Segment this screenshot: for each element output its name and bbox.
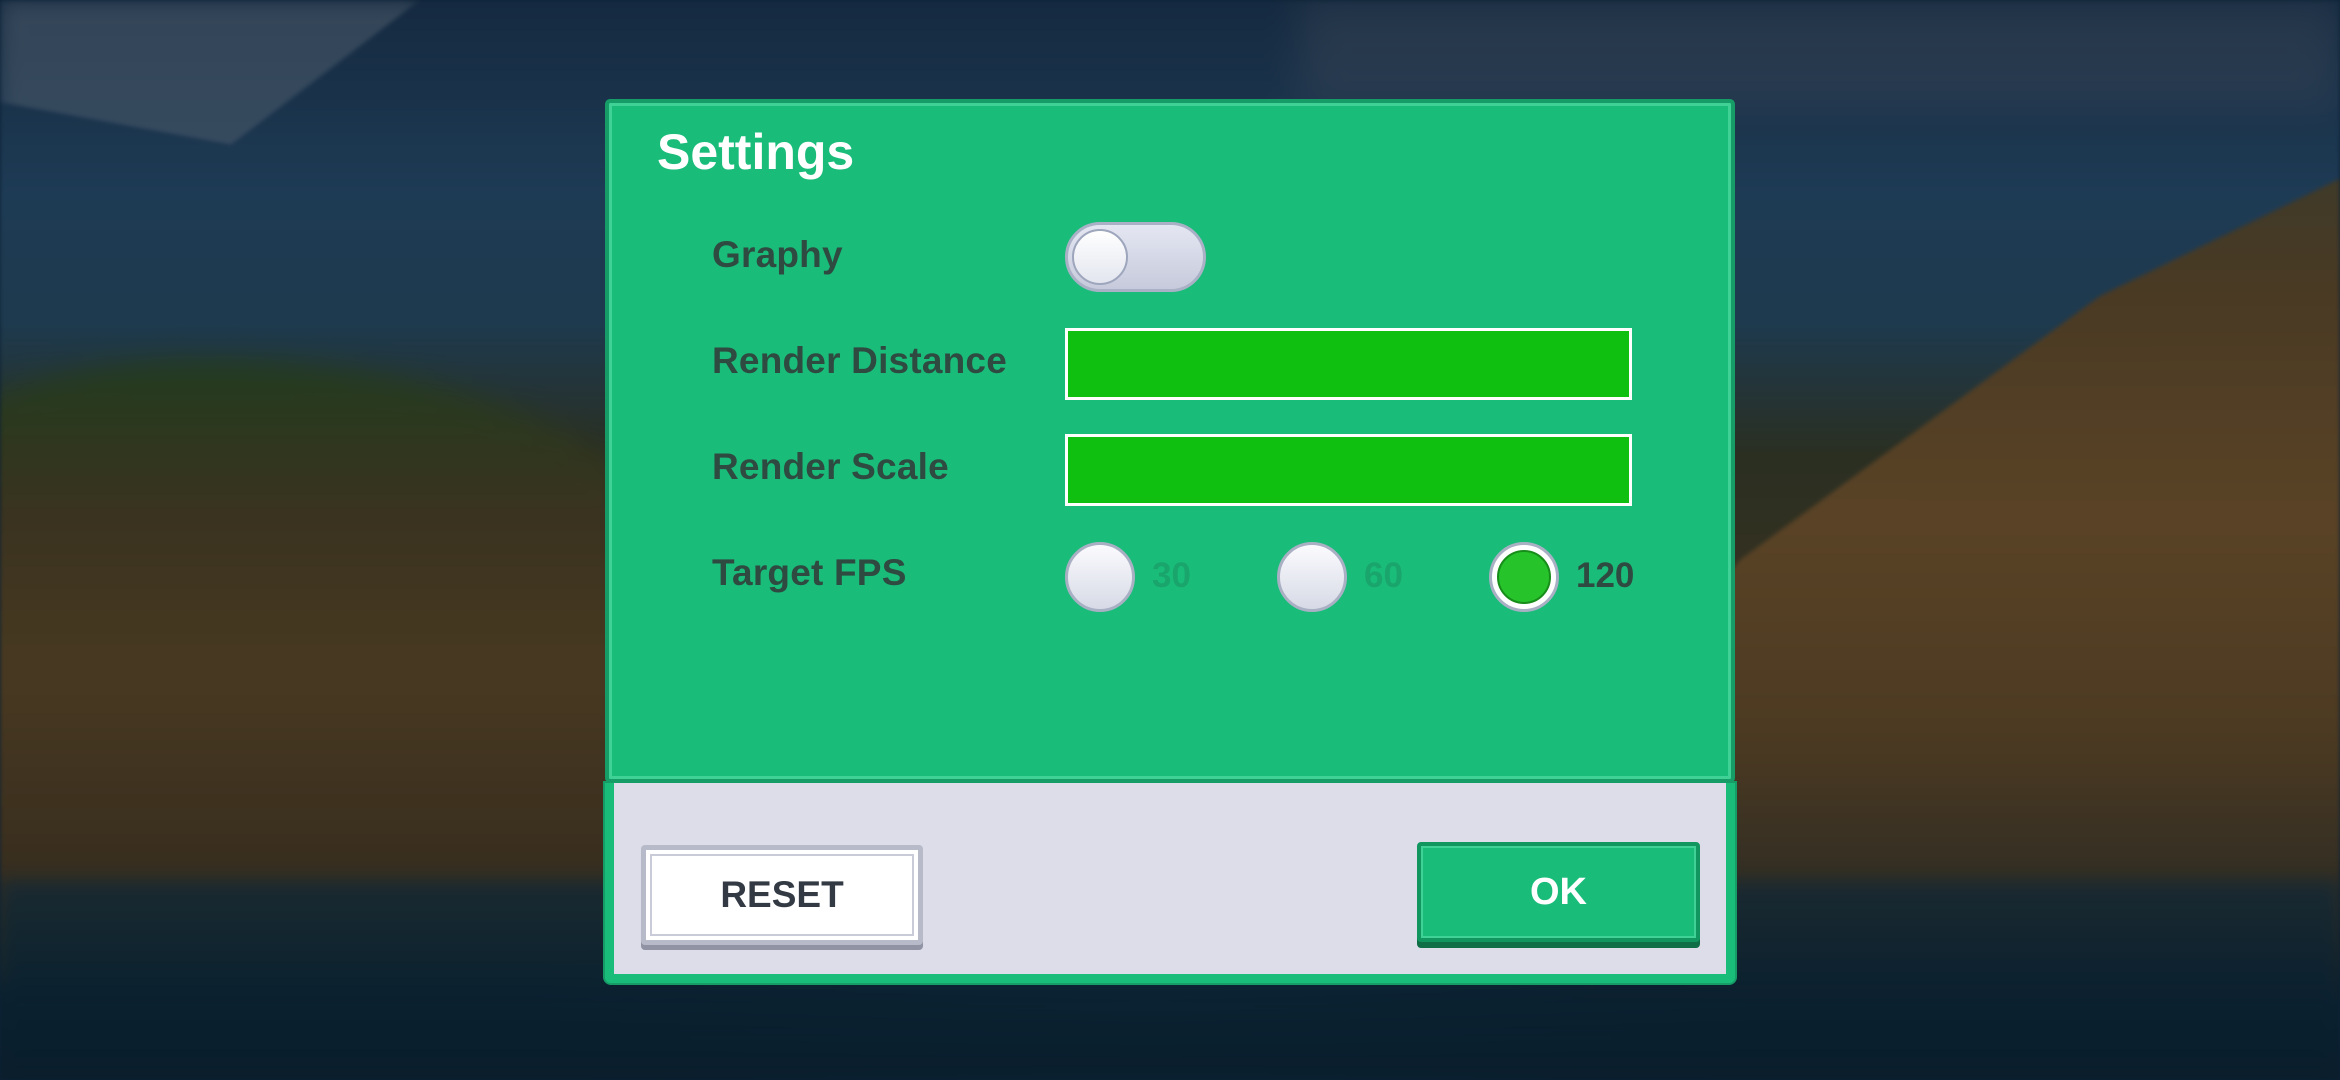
- fps-60-radio[interactable]: [1277, 542, 1347, 612]
- fps-60-label: 60: [1364, 556, 1403, 595]
- graphy-label: Graphy: [712, 234, 843, 275]
- ok-button[interactable]: OK: [1417, 842, 1700, 942]
- render-scale-slider-fill: [1068, 437, 1629, 503]
- fps-120-radio[interactable]: [1489, 542, 1559, 612]
- fps-30-label: 30: [1152, 556, 1191, 595]
- render-distance-slider-fill: [1068, 331, 1629, 397]
- render-scale-slider[interactable]: [1065, 434, 1632, 506]
- reset-button-frame: [650, 854, 914, 936]
- dialog-title: Settings: [657, 124, 855, 180]
- ok-button-label: OK: [1530, 870, 1587, 913]
- settings-dialog: Settings Graphy Render Distance Render S…: [605, 99, 1735, 983]
- render-distance-label: Render Distance: [712, 340, 1007, 381]
- fps-120-label: 120: [1576, 556, 1635, 595]
- background-cloud: [1300, 0, 2340, 110]
- fps-30-radio[interactable]: [1065, 542, 1135, 612]
- render-distance-slider[interactable]: [1065, 328, 1632, 400]
- reset-button[interactable]: RESET: [641, 845, 923, 945]
- render-scale-label: Render Scale: [712, 446, 949, 487]
- background-cloud: [0, 0, 420, 145]
- toggle-knob: [1072, 229, 1128, 285]
- graphy-toggle[interactable]: [1065, 222, 1206, 292]
- target-fps-label: Target FPS: [712, 552, 907, 593]
